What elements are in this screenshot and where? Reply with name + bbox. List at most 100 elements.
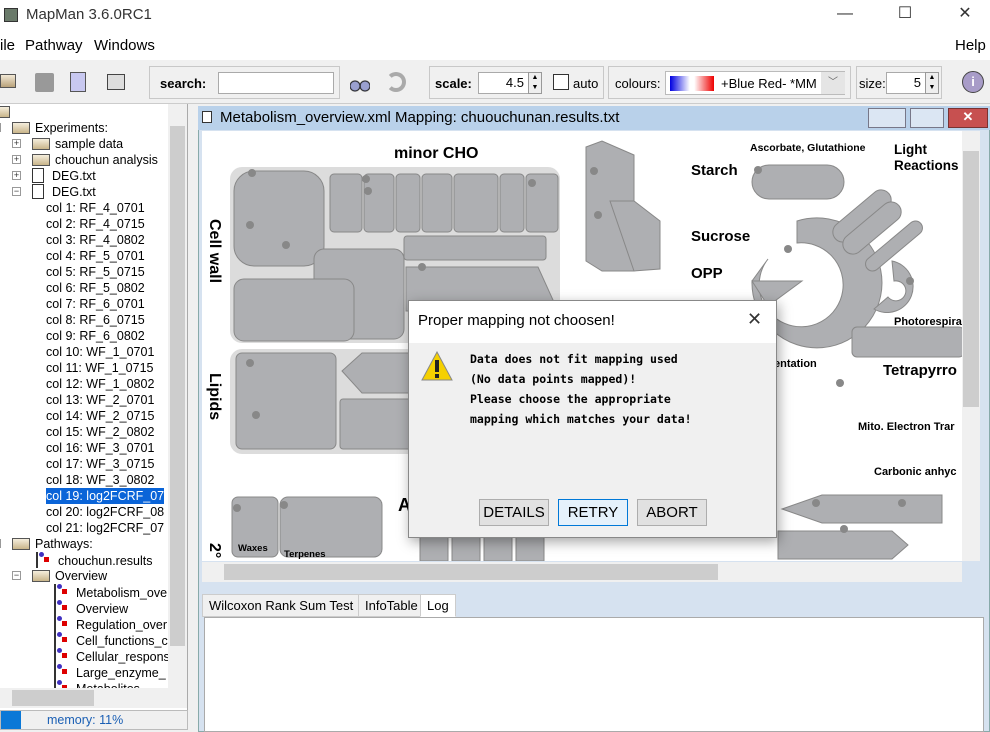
tab-wilcoxon[interactable]: Wilcoxon Rank Sum Test <box>202 594 361 617</box>
size-group: size: 5 ▲ ▼ <box>856 66 942 99</box>
tree-overview-item[interactable]: Cell_functions_c <box>54 632 168 648</box>
tree-node-label: col 3: RF_4_0802 <box>46 233 145 247</box>
close-button[interactable]: ✕ <box>942 0 988 30</box>
tree-column-item[interactable]: col 6: RF_5_0802 <box>46 280 145 296</box>
tree-column-item[interactable]: col 15: WF_2_0802 <box>46 424 154 440</box>
tree-overview-folder[interactable]: Overview <box>32 568 107 584</box>
retry-button[interactable]: RETRY <box>558 499 628 526</box>
maximize-button[interactable]: ☐ <box>882 0 928 30</box>
tree-overview-item[interactable]: Large_enzyme_ <box>54 664 166 680</box>
tree-column-item[interactable]: col 4: RF_5_0701 <box>46 248 145 264</box>
canvas-horizontal-scrollbar[interactable] <box>202 562 962 582</box>
tree-experiment-item[interactable]: DEG.txt <box>32 184 96 200</box>
tree-column-item[interactable]: col 13: WF_2_0701 <box>46 392 154 408</box>
collapse-icon[interactable]: − <box>12 571 21 580</box>
tree-node-label: col 21: log2FCRF_07 <box>46 521 165 535</box>
tree-column-item[interactable]: col 1: RF_4_0701 <box>46 200 145 216</box>
abort-button[interactable]: ABORT <box>637 499 707 526</box>
tree-column-item[interactable]: col 2: RF_4_0715 <box>46 216 145 232</box>
tree-overview-item[interactable]: Overview <box>54 600 128 616</box>
print-icon[interactable] <box>107 74 125 90</box>
edit-icon[interactable] <box>70 72 86 92</box>
tree-column-item[interactable]: col 3: RF_4_0802 <box>46 232 145 248</box>
tree-node-label: Experiments: <box>35 121 108 135</box>
tree-pathway-file[interactable]: chouchun.results <box>36 552 153 568</box>
menu-pathway[interactable]: Pathway <box>25 37 83 54</box>
tab-infotable[interactable]: InfoTable <box>358 594 425 617</box>
tree-overview-item[interactable]: Cellular_respons <box>54 648 168 664</box>
experiments-tree-panel: Experiments: − sample data + chouchun analys… <box>0 104 188 710</box>
expand-icon[interactable]: + <box>12 139 21 148</box>
tree-column-item[interactable]: col 21: log2FCRF_07 <box>46 520 164 536</box>
collapse-icon[interactable]: − <box>0 539 1 548</box>
tree-column-item[interactable]: col 19: log2FCRF_07 <box>46 488 165 504</box>
tree-column-item[interactable]: col 14: WF_2_0715 <box>46 408 154 424</box>
tree-column-item[interactable]: col 7: RF_6_0701 <box>46 296 145 312</box>
tree-column-item[interactable]: col 10: WF_1_0701 <box>46 344 154 360</box>
label-sucrose: Sucrose <box>691 228 750 245</box>
size-input[interactable]: 5 <box>886 72 926 94</box>
frame-close-button[interactable]: ✕ <box>948 108 988 128</box>
tree-column-item[interactable]: col 11: WF_1_0715 <box>46 360 153 376</box>
tree-node-label: col 6: RF_5_0802 <box>46 281 145 295</box>
tree-column-item[interactable]: col 12: WF_1_0802 <box>46 376 154 392</box>
pathway-icon <box>54 600 68 616</box>
menu-help[interactable]: Help <box>955 37 986 54</box>
tree-node-label: Large_enzyme_ <box>76 666 166 680</box>
chevron-down-icon[interactable]: ﹀ <box>821 72 845 94</box>
tree-pathways[interactable]: Pathways: <box>12 536 93 552</box>
scale-spinner[interactable]: ▲ ▼ <box>528 72 542 94</box>
colours-dropdown[interactable]: +Blue Red- *MM ﹀ <box>665 71 845 95</box>
tree-column-item[interactable]: col 17: WF_3_0715 <box>46 456 154 472</box>
save-icon[interactable] <box>35 73 54 92</box>
frame-minimize-button[interactable] <box>868 108 906 128</box>
tree-experiment-item[interactable]: DEG.txt <box>32 168 96 184</box>
tree-node-label: col 4: RF_5_0701 <box>46 249 145 263</box>
expand-icon[interactable]: + <box>12 171 21 180</box>
folder-icon <box>12 122 30 134</box>
menu-windows[interactable]: Windows <box>94 37 155 54</box>
title-bar: MapMan 3.6.0RC1 — ☐ ✕ <box>0 0 990 30</box>
menu-file[interactable]: ile <box>0 37 15 54</box>
minimize-button[interactable]: — <box>822 0 868 30</box>
scrollbar-thumb[interactable] <box>12 690 94 706</box>
tree-node-label: col 15: WF_2_0802 <box>46 425 155 439</box>
scrollbar-thumb[interactable] <box>963 151 979 407</box>
tree-node-label: col 1: RF_4_0701 <box>46 201 145 215</box>
binoculars-icon[interactable] <box>350 72 370 92</box>
tree-experiment-item[interactable]: sample data <box>32 136 123 152</box>
scale-input[interactable]: 4.5 <box>478 72 529 94</box>
canvas-vertical-scrollbar[interactable] <box>962 131 980 561</box>
message-line: (No data points mapped)! <box>470 372 637 386</box>
tab-log[interactable]: Log <box>420 594 456 617</box>
tree-overview-item[interactable]: Metabolism_ove <box>54 584 167 600</box>
tree-column-item[interactable]: col 20: log2FCRF_08 <box>46 504 164 520</box>
refresh-icon[interactable] <box>386 72 406 92</box>
collapse-icon[interactable]: − <box>0 123 1 132</box>
size-spinner[interactable]: ▲ ▼ <box>925 72 939 94</box>
tree-column-item[interactable]: col 8: RF_6_0715 <box>46 312 145 328</box>
scrollbar-thumb[interactable] <box>170 126 185 646</box>
dialog-close-icon[interactable]: ✕ <box>747 309 762 330</box>
open-folder-icon[interactable] <box>0 74 16 88</box>
scale-group: scale: 4.5 ▲ ▼ auto <box>429 66 604 99</box>
tree-column-item[interactable]: col 18: WF_3_0802 <box>46 472 154 488</box>
tree-experiments[interactable]: Experiments: <box>12 120 108 136</box>
message-line: Data does not fit mapping used <box>470 352 678 366</box>
tree-column-item[interactable]: col 9: RF_6_0802 <box>46 328 145 344</box>
search-input[interactable] <box>218 72 334 94</box>
tree-overview-item[interactable]: Metabolites <box>54 680 140 688</box>
tree-experiment-item[interactable]: chouchun analysis <box>32 152 158 168</box>
tree-overview-item[interactable]: Regulation_over <box>54 616 167 632</box>
tree-column-item[interactable]: col 5: RF_5_0715 <box>46 264 145 280</box>
tree-vertical-scrollbar[interactable] <box>168 104 187 688</box>
frame-restore-button[interactable] <box>910 108 944 128</box>
tree-column-item[interactable]: col 16: WF_3_0701 <box>46 440 154 456</box>
details-button[interactable]: DETAILS <box>479 499 549 526</box>
info-icon[interactable]: i <box>962 71 984 93</box>
tree-horizontal-scrollbar[interactable] <box>0 688 187 708</box>
expand-icon[interactable]: + <box>12 155 21 164</box>
auto-checkbox[interactable] <box>553 74 569 90</box>
scrollbar-thumb[interactable] <box>224 564 718 580</box>
collapse-icon[interactable]: − <box>12 187 21 196</box>
